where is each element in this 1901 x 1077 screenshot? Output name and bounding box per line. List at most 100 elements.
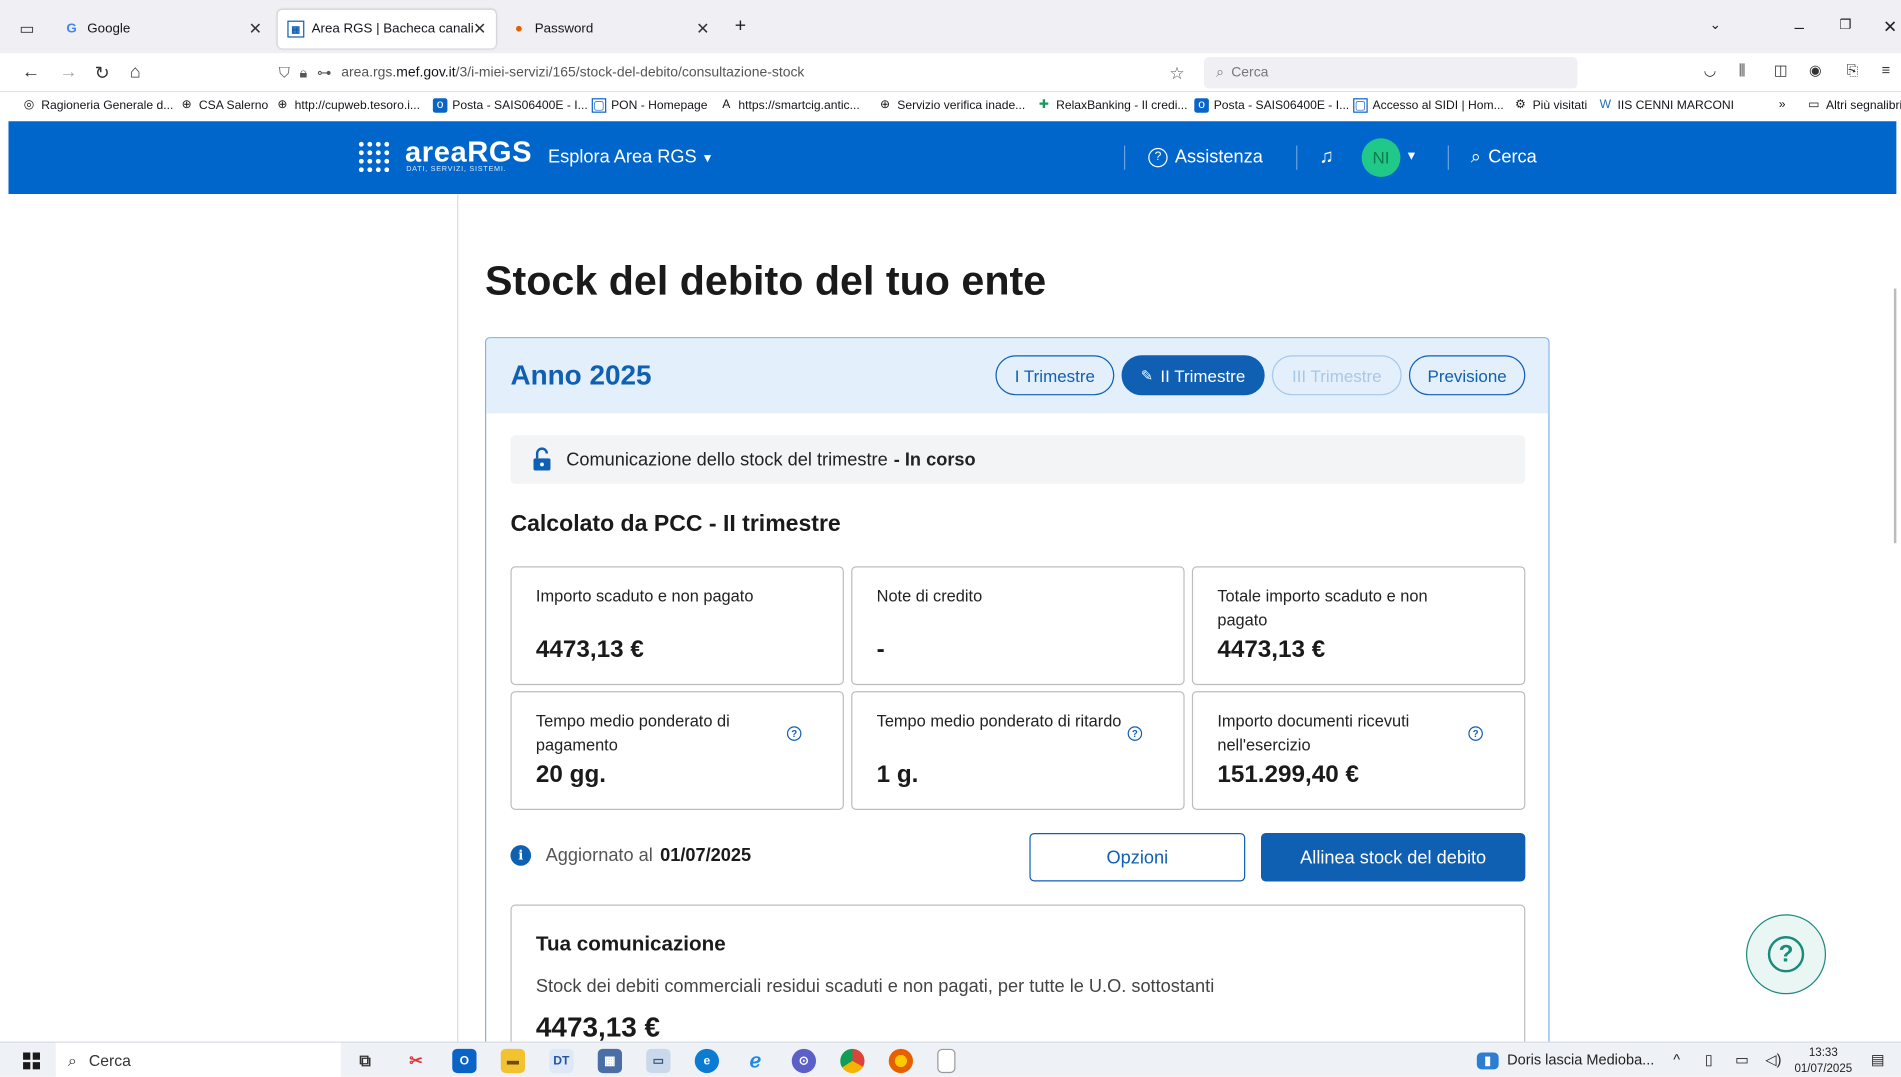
help-icon[interactable]: ? [1127,726,1143,741]
tab-google[interactable]: G Google ✕ [53,10,271,49]
bookmark-item[interactable]: ✚ RelaxBanking - Il credi... [1037,98,1188,113]
chevron-down-icon[interactable]: ▾ [1408,147,1415,164]
scrollbar[interactable] [1893,288,1897,544]
notifications-icon[interactable]: ▤ [1871,1051,1885,1068]
tab-q1[interactable]: I Trimestre [995,355,1115,396]
tab-label: II Trimestre [1160,365,1246,385]
network-icon[interactable]: ▭ [1735,1051,1749,1068]
align-stock-button[interactable]: Allinea stock del debito [1261,832,1526,882]
browser-search-input[interactable]: ⌕ Cerca [1204,56,1578,89]
screen: ▭ G Google ✕ ▦ Area RGS | Bacheca canali… [0,0,1901,1077]
bookmark-item[interactable]: ⊕ Servizio verifica inade... [878,98,1025,113]
chevron-down-icon: ▾ [703,148,712,166]
reload-icon[interactable]: ↻ [95,62,110,84]
close-window-icon[interactable]: ✕ [1883,17,1897,38]
stat-label: Importo scaduto e non pagato [535,586,754,606]
firefox-icon[interactable] [888,1048,914,1074]
tab-list-icon[interactable]: ▭ [19,19,34,38]
taskbar-search-input[interactable]: ⌕ Cerca [55,1042,341,1077]
chrome-icon[interactable] [840,1048,865,1074]
battery-icon[interactable]: ▯ [1705,1051,1713,1068]
bookmark-item[interactable]: W IIS CENNI MARCONI [1598,98,1734,113]
bookmark-item[interactable]: Ahttps://smartcig.antic... [719,98,859,113]
bookmark-star-icon[interactable]: ☆ [1169,62,1184,83]
file-explorer-icon[interactable]: ▬ [500,1048,526,1074]
tab-q3[interactable]: III Trimestre [1271,355,1402,396]
avatar[interactable]: NI [1361,138,1401,178]
chevron-up-icon[interactable]: ^ [1673,1051,1680,1068]
assistance-label: Assistenza [1174,146,1263,168]
back-icon[interactable]: ← [22,62,40,83]
stat-value: 4473,13 € [535,636,644,664]
account-icon[interactable]: ◉ [1809,62,1822,79]
pocket-icon[interactable]: ◡ [1704,62,1717,79]
address-bar[interactable]: ⛉ 🔒︎ ⊶ area.rgs. mef.gov.it/3/i-miei-serv… [279,58,1194,87]
chevron-down-icon[interactable]: ⌄ [1710,17,1721,33]
stat-value: - [876,636,885,664]
forward-icon[interactable]: → [59,62,77,83]
bookmark-item[interactable]: ◎ Ragioneria Generale d... [22,98,174,113]
restore-icon[interactable]: ❐ [1839,17,1851,33]
menu-icon[interactable]: ≡ [1882,62,1891,79]
dt-app-icon[interactable]: DT [549,1048,574,1074]
news-ticker[interactable]: Doris lascia Medioba... [1507,1051,1654,1068]
bookmark-item[interactable]: ⊕ http://cupweb.tesoro.i... [275,98,420,113]
bookmark-item[interactable]: ▢ Accesso al SIDI | Hom... [1353,98,1504,113]
bookmark-item[interactable]: ⚙ Più visitati [1513,98,1587,113]
new-tab-icon[interactable]: + [735,16,746,38]
other-bookmarks[interactable]: ▭ Altri segnalibri [1807,98,1901,113]
close-tab-icon[interactable]: ✕ [473,19,486,38]
outlook-icon[interactable]: O [452,1048,477,1074]
bookmark-item[interactable]: ▢ PON - Homepage [591,98,707,113]
bookmark-item[interactable]: ⊕ CSA Salerno [179,98,269,113]
debt-stock-card: Anno 2025 I Trimestre ✎ II Trimestre III … [485,337,1550,1065]
browser-tab-bar: ▭ G Google ✕ ▦ Area RGS | Bacheca canali… [0,0,1901,54]
notepad-icon[interactable] [937,1048,956,1074]
tab-q2[interactable]: ✎ II Trimestre [1121,355,1265,396]
firefox-icon: ● [514,21,523,37]
news-icon[interactable]: ▮ [1476,1052,1499,1070]
year-header: Anno 2025 I Trimestre ✎ II Trimestre III … [486,338,1549,414]
home-icon[interactable]: ⌂ [130,62,141,83]
more-bookmarks-icon[interactable]: » [1779,98,1786,111]
minimize-icon[interactable]: – [1795,17,1804,36]
windows-start-icon[interactable] [23,1052,41,1070]
help-icon[interactable]: ? [1468,726,1483,741]
search-placeholder: Cerca [88,1051,131,1070]
url-domain: mef.gov.it [396,65,456,81]
internet-explorer-icon[interactable]: ℯ [743,1049,767,1073]
sidebar-icon[interactable]: ◫ [1774,62,1788,79]
volume-icon[interactable]: ◁) [1765,1051,1781,1068]
close-tab-icon[interactable]: ✕ [249,19,262,38]
header-search-button[interactable]: ⌕ Cerca [1471,147,1537,168]
stat-label: Totale importo scaduto e non pagato [1217,586,1428,630]
extensions-icon[interactable]: ⎘ [1847,62,1859,80]
tab-password[interactable]: ● Password ✕ [501,10,719,49]
bookmarks-bar: ◎ Ragioneria Generale d... ⊕ CSA Salerno ⊕… [0,92,1901,122]
os-taskbar: ⌕ Cerca ⧉ ✂ O ▬ DT ▦ ▭ e ℯ ⊙ ▮ Doris las… [0,1041,1901,1077]
browser-nav-bar: ← → ↻ ⌂ ⛉ 🔒︎ ⊶ area.rgs. mef.gov.it/3/i-m… [0,53,1901,93]
logo[interactable]: areaRGS [405,136,532,170]
edge-icon[interactable]: e [694,1048,720,1074]
photos-icon[interactable]: ▭ [646,1048,671,1074]
status-badge: - In corso [893,449,976,470]
bell-icon[interactable]: ♫ [1319,147,1334,169]
calculator-icon[interactable]: ▦ [597,1048,623,1074]
help-fab-button[interactable]: ? [1746,914,1827,995]
bookmark-item[interactable]: o Posta - SAIS06400E - I... [1194,98,1349,113]
shield-icon: ⛉ [278,63,290,81]
explore-menu[interactable]: Esplora Area RGS ▾ [548,147,711,168]
task-view-icon[interactable]: ⧉ [353,1049,377,1073]
app-icon[interactable]: ⊙ [791,1048,817,1074]
snipping-tool-icon[interactable]: ✂ [404,1049,428,1073]
options-button[interactable]: Opzioni [1029,832,1246,882]
tab-forecast[interactable]: Previsione [1408,355,1526,396]
assistance-link[interactable]: ? Assistenza [1148,146,1263,168]
search-icon: ⌕ [67,1050,77,1069]
bookmark-item[interactable]: o Posta - SAIS06400E - I... [432,98,588,113]
help-icon[interactable]: ? [786,726,802,741]
close-tab-icon[interactable]: ✕ [696,19,709,38]
tab-area-rgs[interactable]: ▦ Area RGS | Bacheca canali ✕ [277,9,496,49]
system-clock[interactable]: 13:33 01/07/2025 [1795,1045,1853,1077]
library-icon[interactable]: ⫼ [1739,62,1746,80]
